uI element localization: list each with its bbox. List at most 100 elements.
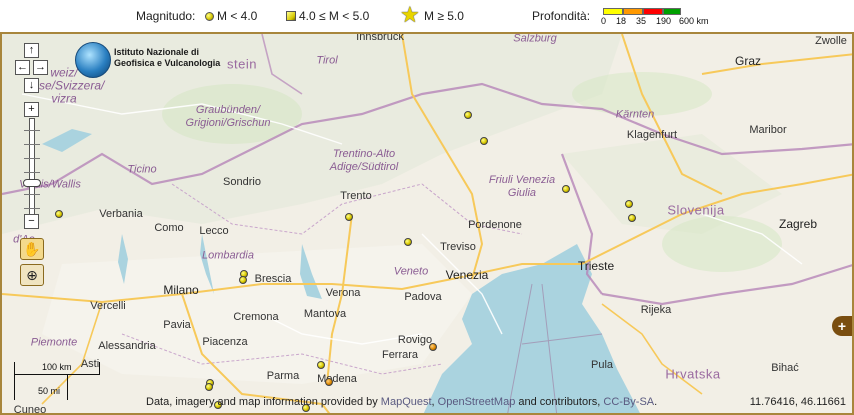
depth-color-mid	[623, 8, 643, 15]
small-magnitude-label: M < 4.0	[217, 9, 258, 23]
attribution-suffix: .	[654, 396, 658, 408]
pan-down-button[interactable]: ↓	[24, 78, 39, 93]
scale-tick	[99, 362, 100, 375]
place-pordenone: Pordenone	[468, 219, 522, 231]
place-trieste: Trieste	[577, 259, 615, 273]
place-graz: Graz	[734, 54, 762, 68]
depth-color-very-deep	[663, 8, 681, 15]
place-maribor: Maribor	[749, 124, 787, 136]
pan-left-button[interactable]: ←	[15, 60, 30, 75]
license-link[interactable]: CC-By-SA	[603, 396, 654, 408]
map-canvas[interactable]: Innsbruck Salzburg Zwolle Graz Tirol ste…	[0, 32, 854, 415]
earthquake-marker[interactable]	[562, 185, 570, 193]
scale-bar: 100 km 50 mi	[12, 356, 102, 402]
earthquake-marker[interactable]	[55, 210, 63, 218]
place-cremona: Cremona	[233, 311, 279, 323]
earthquake-marker[interactable]	[345, 213, 353, 221]
place-klagenfurt: Klagenfurt	[626, 129, 678, 141]
zoom-in-button[interactable]: +	[24, 102, 39, 117]
attribution-prefix: Data, imagery and map information provid…	[146, 396, 381, 408]
place-trentino: Trentino-Alto Adige/Südtirol	[329, 148, 399, 173]
place-rijeka: Rijeka	[640, 304, 672, 316]
magnitude-label: Magnitudo:	[136, 9, 196, 23]
place-verbania: Verbania	[99, 208, 143, 220]
place-venezia: Venezia	[445, 268, 489, 282]
scale-line	[14, 374, 100, 375]
place-sondrio: Sondrio	[223, 176, 261, 188]
earthquake-marker[interactable]	[628, 214, 636, 222]
zoom-slider-thumb[interactable]	[23, 179, 41, 187]
earthquake-marker[interactable]	[317, 361, 325, 369]
ingv-logo-text: Istituto Nazionale di Geofisica e Vulcan…	[114, 47, 220, 69]
place-vercelli: Vercelli	[90, 300, 126, 312]
depth-tick-35: 35	[636, 16, 647, 26]
place-rovigo: Rovigo	[397, 334, 433, 346]
place-tirol: Tirol	[316, 54, 338, 67]
zoom-out-button[interactable]: −	[24, 214, 39, 229]
place-padova: Padova	[404, 291, 442, 303]
place-piacenza: Piacenza	[202, 336, 248, 348]
place-alessandria: Alessandria	[98, 340, 156, 352]
depth-tick-600: 600 km	[679, 16, 709, 26]
scale-mi-label: 50 mi	[38, 386, 61, 396]
place-lombardia: Lombardia	[202, 249, 254, 262]
earthquake-marker[interactable]	[325, 378, 333, 386]
mapquest-link[interactable]: MapQuest	[381, 396, 432, 408]
zoom-box-magnifier-icon[interactable]: ⊕	[20, 264, 44, 286]
medium-quake-icon	[286, 11, 296, 21]
place-brescia: Brescia	[254, 273, 292, 285]
zoom-tick	[24, 130, 40, 131]
openstreetmap-link[interactable]: OpenStreetMap	[438, 396, 516, 408]
earthquake-marker[interactable]	[480, 137, 488, 145]
layer-switcher-plus-icon[interactable]: +	[832, 316, 852, 336]
attribution-middle: and contributors,	[515, 396, 604, 408]
map-attribution: Data, imagery and map information provid…	[146, 396, 657, 408]
earthquake-marker[interactable]	[239, 276, 247, 284]
earthquake-marker[interactable]	[404, 238, 412, 246]
depth-label: Profondità:	[532, 9, 591, 23]
logo-line-2: Geofisica e Vulcanologia	[114, 58, 221, 68]
zoom-tick	[24, 194, 40, 195]
place-innsbruck: Innsbruck	[356, 32, 404, 43]
place-pavia: Pavia	[163, 319, 191, 331]
logo-line-1: Istituto Nazionale di	[114, 47, 200, 57]
place-salzburg: Salzburg	[513, 32, 557, 45]
small-quake-icon	[205, 12, 214, 21]
zoom-slider-track[interactable]	[29, 118, 35, 222]
place-bihac: Bihać	[771, 362, 799, 374]
place-hrvatska: Hrvatska	[665, 366, 721, 382]
scale-tick	[67, 374, 68, 400]
place-como: Como	[154, 222, 184, 234]
pan-right-button[interactable]: →	[33, 60, 48, 75]
scale-tick	[14, 362, 15, 400]
ingv-logo-globe-icon	[75, 42, 111, 78]
depth-tick-18: 18	[616, 16, 627, 26]
earthquake-marker[interactable]	[205, 383, 213, 391]
place-ticino: Ticino	[127, 163, 157, 176]
place-verona: Verona	[325, 287, 361, 299]
place-graubunden: Graubünden/ Grigioni/Grischun	[185, 104, 271, 129]
place-treviso: Treviso	[440, 241, 476, 253]
place-ferrara: Ferrara	[381, 349, 419, 361]
place-milano: Milano	[163, 283, 199, 297]
place-veneto: Veneto	[393, 265, 429, 278]
place-zagreb: Zagreb	[778, 217, 818, 231]
zoom-tick	[24, 144, 40, 145]
medium-magnitude-label: 4.0 ≤ M < 5.0	[299, 9, 370, 23]
place-parma: Parma	[266, 370, 300, 382]
pan-up-button[interactable]: ↑	[24, 43, 39, 58]
depth-tick-0: 0	[601, 16, 607, 26]
depth-tick-190: 190	[656, 16, 672, 26]
place-slovenija: Slovenija	[667, 202, 725, 218]
pan-tool-hand-icon[interactable]: ✋	[20, 238, 44, 260]
large-quake-star-icon: ★	[400, 2, 420, 27]
place-liechtenstein: stein	[227, 56, 257, 72]
earthquake-marker[interactable]	[625, 200, 633, 208]
earthquake-marker[interactable]	[464, 111, 472, 119]
place-zwolle: Zwolle	[815, 35, 847, 47]
earthquake-marker[interactable]	[429, 343, 437, 351]
zoom-tick	[24, 208, 40, 209]
zoom-tick	[24, 172, 40, 173]
place-cuneo: Cuneo	[13, 404, 47, 415]
legend-bar: Magnitudo: M < 4.0 4.0 ≤ M < 5.0 ★ M ≥ 5…	[0, 0, 854, 32]
